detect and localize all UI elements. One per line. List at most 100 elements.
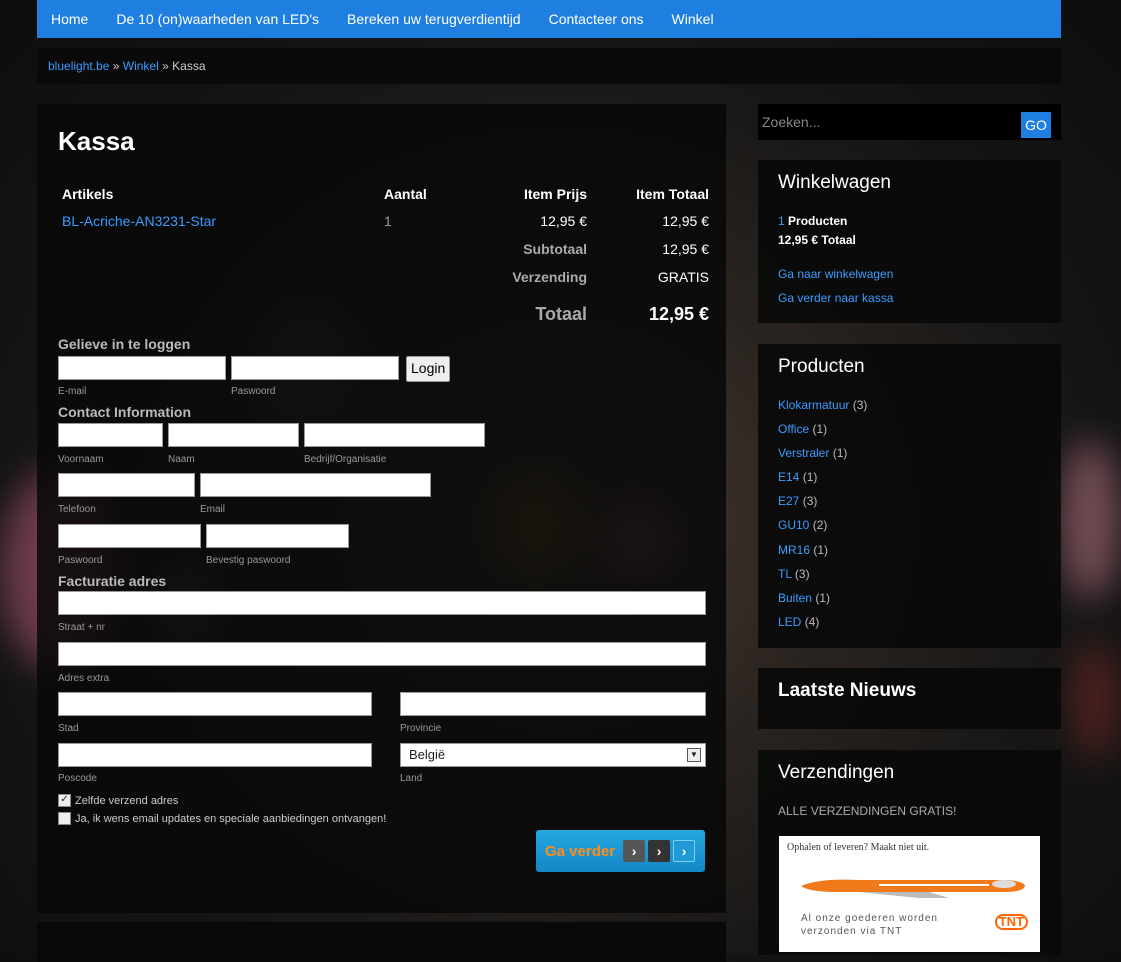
category-count: (1): [812, 422, 828, 436]
category-link[interactable]: GU10: [778, 518, 809, 532]
page-title: Kassa: [58, 126, 135, 156]
newsletter-checkbox-row[interactable]: Ja, ik wens email updates en speciale aa…: [58, 812, 386, 825]
lower-content-panel: [37, 922, 726, 962]
category-link[interactable]: MR16: [778, 543, 810, 557]
category-link[interactable]: Klokarmatuur: [778, 398, 849, 412]
breadcrumb: bluelight.be » Winkel » Kassa: [37, 48, 1061, 84]
contact-email-label: Email: [200, 504, 226, 515]
checkout-panel: Kassa Artikels Aantal Item Prijs Item To…: [37, 104, 726, 913]
news-widget: Laatste Nieuws: [758, 668, 1061, 729]
province-input[interactable]: [400, 692, 706, 716]
category-count: (1): [832, 446, 848, 460]
tnt-logo: TNT: [994, 914, 1028, 930]
cart-widget-title: Winkelwagen: [778, 172, 891, 193]
address-extra-input[interactable]: [58, 642, 706, 666]
country-select[interactable]: België ▼: [400, 743, 706, 767]
phone-input[interactable]: [58, 473, 195, 497]
go-to-cart-link[interactable]: Ga naar winkelwagen: [778, 267, 893, 281]
nav-led-truths[interactable]: De 10 (on)waarheden van LED's: [102, 11, 333, 27]
breadcrumb-current: Kassa: [172, 59, 206, 73]
cart-widget-total-label: Totaal: [821, 233, 856, 247]
confirm-password-label: Bevestig paswoord: [206, 555, 291, 566]
subtotal-value: 12,95 €: [662, 241, 709, 257]
category-link[interactable]: Office: [778, 422, 809, 436]
category-link[interactable]: Buiten: [778, 591, 812, 605]
breadcrumb-site-link[interactable]: bluelight.be: [48, 59, 109, 73]
category-count: (1): [802, 470, 818, 484]
confirm-password-input[interactable]: [206, 524, 349, 548]
category-count: (3): [852, 398, 868, 412]
shipping-row: Verzending GRATIS: [58, 269, 709, 289]
search-box: Zoeken... GO: [758, 104, 1061, 140]
nav-contact[interactable]: Contacteer ons: [535, 11, 658, 27]
street-input[interactable]: [58, 591, 706, 615]
nav-payback-calculator[interactable]: Bereken uw terugverdientijd: [333, 11, 535, 27]
last-name-input[interactable]: [168, 423, 299, 447]
chevron-down-icon[interactable]: ▼: [687, 748, 701, 762]
category-item: Klokarmatuur (3): [778, 398, 867, 412]
search-go-button[interactable]: GO: [1021, 112, 1051, 138]
chevron-right-icon: ›: [623, 840, 646, 862]
category-link[interactable]: E27: [778, 494, 799, 508]
city-input[interactable]: [58, 692, 372, 716]
nav-home[interactable]: Home: [37, 11, 102, 27]
nav-shop[interactable]: Winkel: [658, 11, 728, 27]
category-item: GU10 (2): [778, 518, 827, 532]
same-shipping-checkbox[interactable]: ✓: [58, 794, 71, 807]
tnt-banner-text-line: Al onze goederen worden: [801, 913, 938, 924]
tnt-banner-text: Al onze goederen worden verzonden via TN…: [801, 912, 938, 938]
cart-item-row: BL-Acriche-AN3231-Star 1 12,95 € 12,95 €: [58, 213, 709, 233]
subtotal-row: Subtotaal 12,95 €: [58, 241, 709, 261]
continue-button-label: Ga verder: [545, 842, 616, 860]
go-to-checkout-link[interactable]: Ga verder naar kassa: [778, 291, 893, 305]
login-email-input[interactable]: [58, 356, 226, 380]
login-section-title: Gelieve in te loggen: [58, 336, 191, 352]
breadcrumb-separator: »: [112, 59, 120, 73]
cart-widget-count-number: 1: [778, 214, 785, 228]
category-link[interactable]: LED: [778, 615, 801, 629]
category-link[interactable]: E14: [778, 470, 799, 484]
products-widget-title: Producten: [778, 356, 865, 377]
cart-widget-total: 12,95 € Totaal: [778, 233, 856, 247]
phone-label: Telefoon: [58, 504, 96, 515]
new-password-label: Paswoord: [58, 555, 103, 566]
new-password-input[interactable]: [58, 524, 201, 548]
zipcode-input[interactable]: [58, 743, 372, 767]
category-count: (3): [794, 567, 810, 581]
category-link[interactable]: TL: [778, 567, 792, 581]
password-label: Paswoord: [231, 386, 276, 397]
subtotal-label: Subtotaal: [523, 241, 587, 257]
category-count: (1): [815, 591, 831, 605]
zipcode-label: Poscode: [58, 773, 97, 784]
category-item: E27 (3): [778, 494, 817, 508]
newsletter-checkbox[interactable]: [58, 812, 71, 825]
street-label: Straat + nr: [58, 622, 105, 633]
col-price-header: Item Prijs: [523, 186, 587, 202]
category-item: MR16 (1): [778, 543, 828, 557]
category-link[interactable]: Verstraler: [778, 446, 829, 460]
total-label: Totaal: [535, 304, 587, 324]
continue-button[interactable]: Ga verder › › ›: [536, 830, 705, 872]
company-input[interactable]: [304, 423, 485, 447]
contact-email-input[interactable]: [200, 473, 431, 497]
col-qty-header: Aantal: [384, 186, 427, 202]
newsletter-label: Ja, ik wens email updates en speciale aa…: [75, 812, 387, 825]
login-password-input[interactable]: [231, 356, 399, 380]
cart-item-qty: 1: [384, 213, 392, 229]
province-label: Provincie: [400, 723, 442, 734]
cart-item-total: 12,95 €: [662, 213, 709, 229]
breadcrumb-shop-link[interactable]: Winkel: [123, 59, 159, 73]
cart-widget-count: 1 Producten: [778, 214, 847, 228]
cart-widget-count-label: Producten: [788, 214, 848, 228]
cart-item-link[interactable]: BL-Acriche-AN3231-Star: [62, 213, 216, 229]
total-row: Totaal 12,95 €: [58, 304, 709, 328]
search-input[interactable]: Zoeken...: [762, 114, 820, 130]
products-widget: Producten Klokarmatuur (3) Office (1) Ve…: [758, 344, 1061, 648]
chevron-right-icon: ›: [673, 840, 696, 862]
last-name-label: Naam: [168, 454, 195, 465]
tnt-banner[interactable]: Ophalen of leveren? Maakt niet uit. Al o…: [779, 836, 1040, 952]
chevron-right-icon: ›: [648, 840, 671, 862]
login-button[interactable]: Login: [406, 356, 451, 382]
first-name-input[interactable]: [58, 423, 163, 447]
same-shipping-checkbox-row[interactable]: ✓ Zelfde verzend adres: [58, 794, 178, 807]
